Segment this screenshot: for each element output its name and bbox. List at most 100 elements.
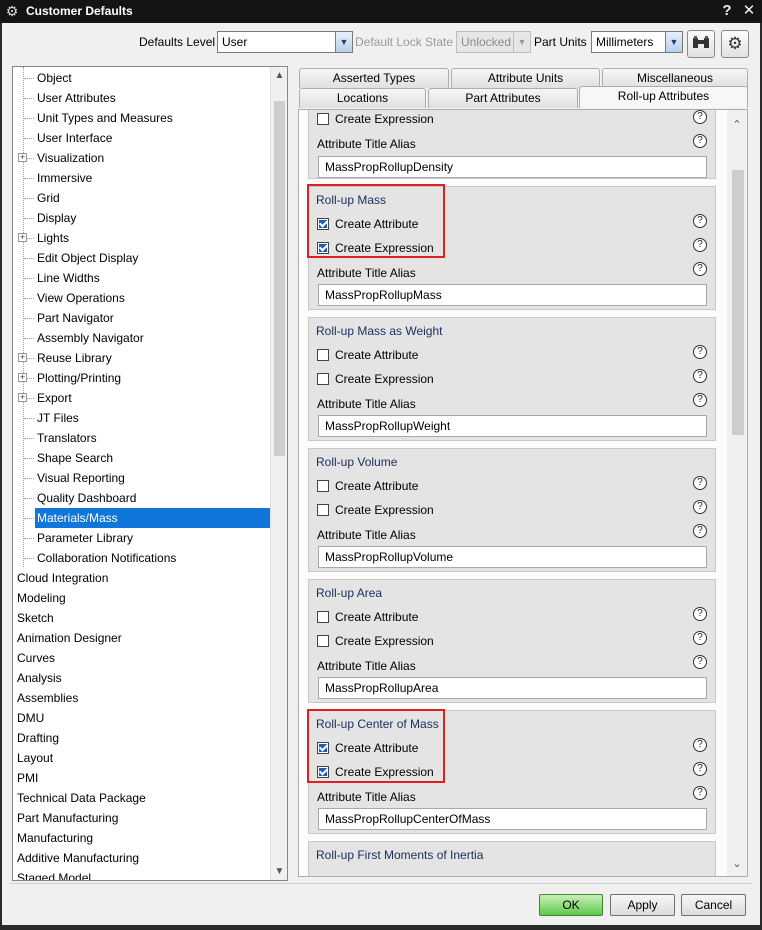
tree-item[interactable]: Technical Data Package: [17, 788, 146, 808]
tree-item[interactable]: Curves: [17, 648, 55, 668]
tree-item[interactable]: Materials/Mass: [35, 508, 271, 528]
defaults-level-select[interactable]: User ▼: [217, 31, 353, 53]
help-icon[interactable]: ?: [693, 631, 707, 645]
tree-item[interactable]: User Interface: [35, 128, 116, 148]
help-icon[interactable]: ?: [693, 214, 707, 228]
tree-item[interactable]: Manufacturing: [17, 828, 93, 848]
help-icon[interactable]: ?: [693, 345, 707, 359]
tree-item[interactable]: Analysis: [17, 668, 62, 688]
part-units-select[interactable]: Millimeters ▼: [591, 31, 683, 53]
tree-item[interactable]: View Operations: [35, 288, 129, 308]
ok-button[interactable]: OK: [539, 894, 603, 916]
checkbox[interactable]: [317, 611, 329, 623]
tree-item[interactable]: Part Manufacturing: [17, 808, 118, 828]
tree-item[interactable]: JT Files: [35, 408, 83, 428]
checkbox[interactable]: [317, 113, 329, 125]
checkbox[interactable]: [317, 742, 329, 754]
tab-asserted-types[interactable]: Asserted Types: [299, 68, 449, 88]
scroll-up-icon[interactable]: ⌃: [729, 118, 745, 131]
checkbox[interactable]: [317, 480, 329, 492]
help-icon[interactable]: ?: [693, 393, 707, 407]
tree-item[interactable]: Plotting/Printing: [35, 368, 125, 388]
expand-plus-icon[interactable]: +: [18, 353, 27, 362]
tree-item[interactable]: Assembly Navigator: [35, 328, 148, 348]
tree-item[interactable]: Visual Reporting: [35, 468, 129, 488]
alias-input[interactable]: MassPropRollupCenterOfMass: [318, 808, 707, 830]
tree-item[interactable]: Modeling: [17, 588, 66, 608]
tree-item[interactable]: Display: [35, 208, 80, 228]
tree-item[interactable]: Staged Model: [17, 868, 91, 880]
help-icon[interactable]: ?: [693, 786, 707, 800]
tree-item[interactable]: Collaboration Notifications: [35, 548, 180, 568]
tree-item[interactable]: Assemblies: [17, 688, 78, 708]
alias-input[interactable]: MassPropRollupDensity: [318, 156, 707, 178]
close-icon[interactable]: ✕: [740, 2, 758, 20]
tree-item[interactable]: Lights: [35, 228, 73, 248]
help-icon[interactable]: ?: [693, 524, 707, 538]
checkbox[interactable]: [317, 373, 329, 385]
tree-item[interactable]: Part Navigator: [35, 308, 118, 328]
tree-item[interactable]: Immersive: [35, 168, 96, 188]
tree-item[interactable]: Parameter Library: [35, 528, 137, 548]
help-icon[interactable]: ?: [693, 476, 707, 490]
tree-scrollbar[interactable]: ▲ ▼: [270, 67, 287, 880]
tree-item[interactable]: Drafting: [17, 728, 59, 748]
expand-plus-icon[interactable]: +: [18, 393, 27, 402]
alias-input[interactable]: MassPropRollupWeight: [318, 415, 707, 437]
tree-item[interactable]: DMU: [17, 708, 44, 728]
help-icon[interactable]: ?: [693, 134, 707, 148]
checkbox[interactable]: [317, 242, 329, 254]
tree-item[interactable]: Grid: [35, 188, 64, 208]
help-icon[interactable]: ?: [693, 262, 707, 276]
tab-roll-up-attributes[interactable]: Roll-up Attributes: [579, 86, 748, 108]
alias-input[interactable]: MassPropRollupMass: [318, 284, 707, 306]
expand-plus-icon[interactable]: +: [18, 373, 27, 382]
help-icon[interactable]: ?: [693, 500, 707, 514]
apply-button[interactable]: Apply: [610, 894, 675, 916]
tree-item[interactable]: Quality Dashboard: [35, 488, 140, 508]
checkbox[interactable]: [317, 766, 329, 778]
tab-locations[interactable]: Locations: [299, 88, 426, 108]
help-icon[interactable]: ?: [693, 110, 707, 124]
expand-plus-icon[interactable]: +: [18, 233, 27, 242]
tree-item[interactable]: Layout: [17, 748, 53, 768]
alias-input[interactable]: MassPropRollupArea: [318, 677, 707, 699]
tree-item[interactable]: Edit Object Display: [35, 248, 142, 268]
binoculars-icon[interactable]: [687, 30, 715, 58]
cancel-button[interactable]: Cancel: [681, 894, 746, 916]
checkbox[interactable]: [317, 635, 329, 647]
tree-item[interactable]: User Attributes: [35, 88, 120, 108]
checkbox[interactable]: [317, 218, 329, 230]
tree-item[interactable]: Additive Manufacturing: [17, 848, 139, 868]
tab-part-attributes[interactable]: Part Attributes: [428, 88, 578, 108]
scroll-up-icon[interactable]: ▲: [271, 67, 287, 84]
help-icon[interactable]: ?: [693, 607, 707, 621]
tab-miscellaneous[interactable]: Miscellaneous: [602, 68, 748, 88]
alias-input[interactable]: MassPropRollupVolume: [318, 546, 707, 568]
tree-scroll-thumb[interactable]: [274, 101, 285, 456]
tree-item[interactable]: Sketch: [17, 608, 54, 628]
tree-item[interactable]: Line Widths: [35, 268, 104, 288]
checkbox[interactable]: [317, 349, 329, 361]
tab-attribute-units[interactable]: Attribute Units: [451, 68, 600, 88]
tree-item[interactable]: PMI: [17, 768, 38, 788]
tree-item[interactable]: Object: [35, 68, 76, 88]
help-icon[interactable]: ?: [693, 238, 707, 252]
help-icon[interactable]: ?: [693, 655, 707, 669]
help-icon[interactable]: ?: [693, 369, 707, 383]
checkbox[interactable]: [317, 504, 329, 516]
chevron-down-icon[interactable]: ▼: [335, 32, 352, 52]
gear-icon[interactable]: ⚙: [4, 3, 20, 19]
settings-gear-icon[interactable]: ⚙: [721, 30, 749, 58]
help-icon[interactable]: ?: [693, 738, 707, 752]
scroll-down-icon[interactable]: ⌄: [729, 857, 745, 870]
tree-item[interactable]: Unit Types and Measures: [35, 108, 177, 128]
tree-item[interactable]: Shape Search: [35, 448, 117, 468]
tree-item[interactable]: Animation Designer: [17, 628, 122, 648]
tree-item[interactable]: Cloud Integration: [17, 568, 108, 588]
tree-item[interactable]: Export: [35, 388, 76, 408]
help-icon[interactable]: ?: [693, 762, 707, 776]
panel-scroll-thumb[interactable]: [732, 170, 744, 435]
scroll-down-icon[interactable]: ▼: [271, 863, 287, 880]
tree-item[interactable]: Visualization: [35, 148, 108, 168]
